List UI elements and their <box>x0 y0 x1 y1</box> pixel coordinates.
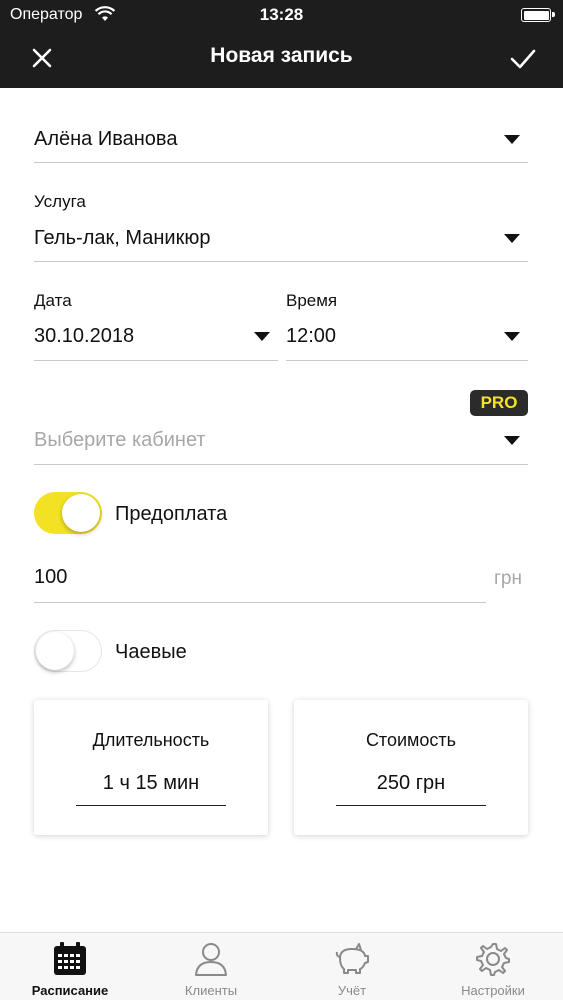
currency-unit: грн <box>494 568 522 589</box>
page-title: Новая запись <box>210 44 353 67</box>
tab-accounting[interactable]: Учёт <box>282 933 422 1000</box>
gear-icon <box>476 943 510 976</box>
tab-label: Настройки <box>461 983 525 998</box>
service-value: Гель-лак, Маникюр <box>34 227 211 249</box>
time-select[interactable]: 12:00 <box>286 320 528 361</box>
piggy-bank-icon <box>335 943 369 974</box>
tab-bar: Расписание Клиенты Учёт Настройки <box>0 932 563 1000</box>
status-time: 13:28 <box>259 5 304 24</box>
cabinet-select[interactable]: Выберите кабинет <box>34 424 528 465</box>
client-select[interactable]: Алёна Иванова <box>34 122 528 163</box>
date-value: 30.10.2018 <box>34 325 135 347</box>
cost-value[interactable]: 250 грн <box>336 772 486 806</box>
person-icon <box>195 943 227 976</box>
service-label: Услуга <box>34 192 86 211</box>
duration-title: Длительность <box>92 730 210 750</box>
time-value: 12:00 <box>286 325 337 347</box>
tips-label: Чаевые <box>115 641 187 663</box>
tips-toggle[interactable] <box>34 630 102 672</box>
status-bar: Оператор 13:28 <box>0 0 563 30</box>
tab-schedule[interactable]: Расписание <box>0 933 140 1000</box>
battery-icon <box>521 8 555 22</box>
tab-label: Расписание <box>31 983 109 998</box>
duration-value[interactable]: 1 ч 15 мин <box>76 772 226 806</box>
cost-card[interactable]: Стоимость 250 грн <box>294 700 528 835</box>
prepayment-amount-input[interactable]: 100 <box>34 562 486 603</box>
prepayment-label: Предоплата <box>115 503 228 525</box>
tab-label: Клиенты <box>184 983 238 998</box>
service-select[interactable]: Гель-лак, Маникюр <box>34 222 528 262</box>
prepayment-amount-value: 100 <box>34 566 68 588</box>
toggle-knob <box>36 632 74 670</box>
cost-title: Стоимость <box>365 730 457 750</box>
tab-label: Учёт <box>337 983 367 998</box>
cabinet-placeholder: Выберите кабинет <box>34 429 206 451</box>
checkmark-icon[interactable] <box>505 40 541 76</box>
tab-clients[interactable]: Клиенты <box>141 933 281 1000</box>
prepayment-toggle[interactable] <box>34 492 102 534</box>
chevron-down-icon <box>504 234 520 243</box>
pro-badge: PRO <box>470 390 528 416</box>
duration-card[interactable]: Длительность 1 ч 15 мин <box>34 700 268 835</box>
time-label: Время <box>286 291 338 310</box>
tab-settings[interactable]: Настройки <box>423 933 563 1000</box>
calendar-icon <box>54 942 86 975</box>
header: Оператор 13:28 Новая запись <box>0 0 563 88</box>
chevron-down-icon <box>254 332 270 341</box>
toggle-knob <box>62 494 100 532</box>
client-value: Алёна Иванова <box>34 128 178 150</box>
date-label: Дата <box>34 291 72 310</box>
chevron-down-icon <box>504 436 520 445</box>
chevron-down-icon <box>504 135 520 144</box>
chevron-down-icon <box>504 332 520 341</box>
date-select[interactable]: 30.10.2018 <box>34 320 278 361</box>
